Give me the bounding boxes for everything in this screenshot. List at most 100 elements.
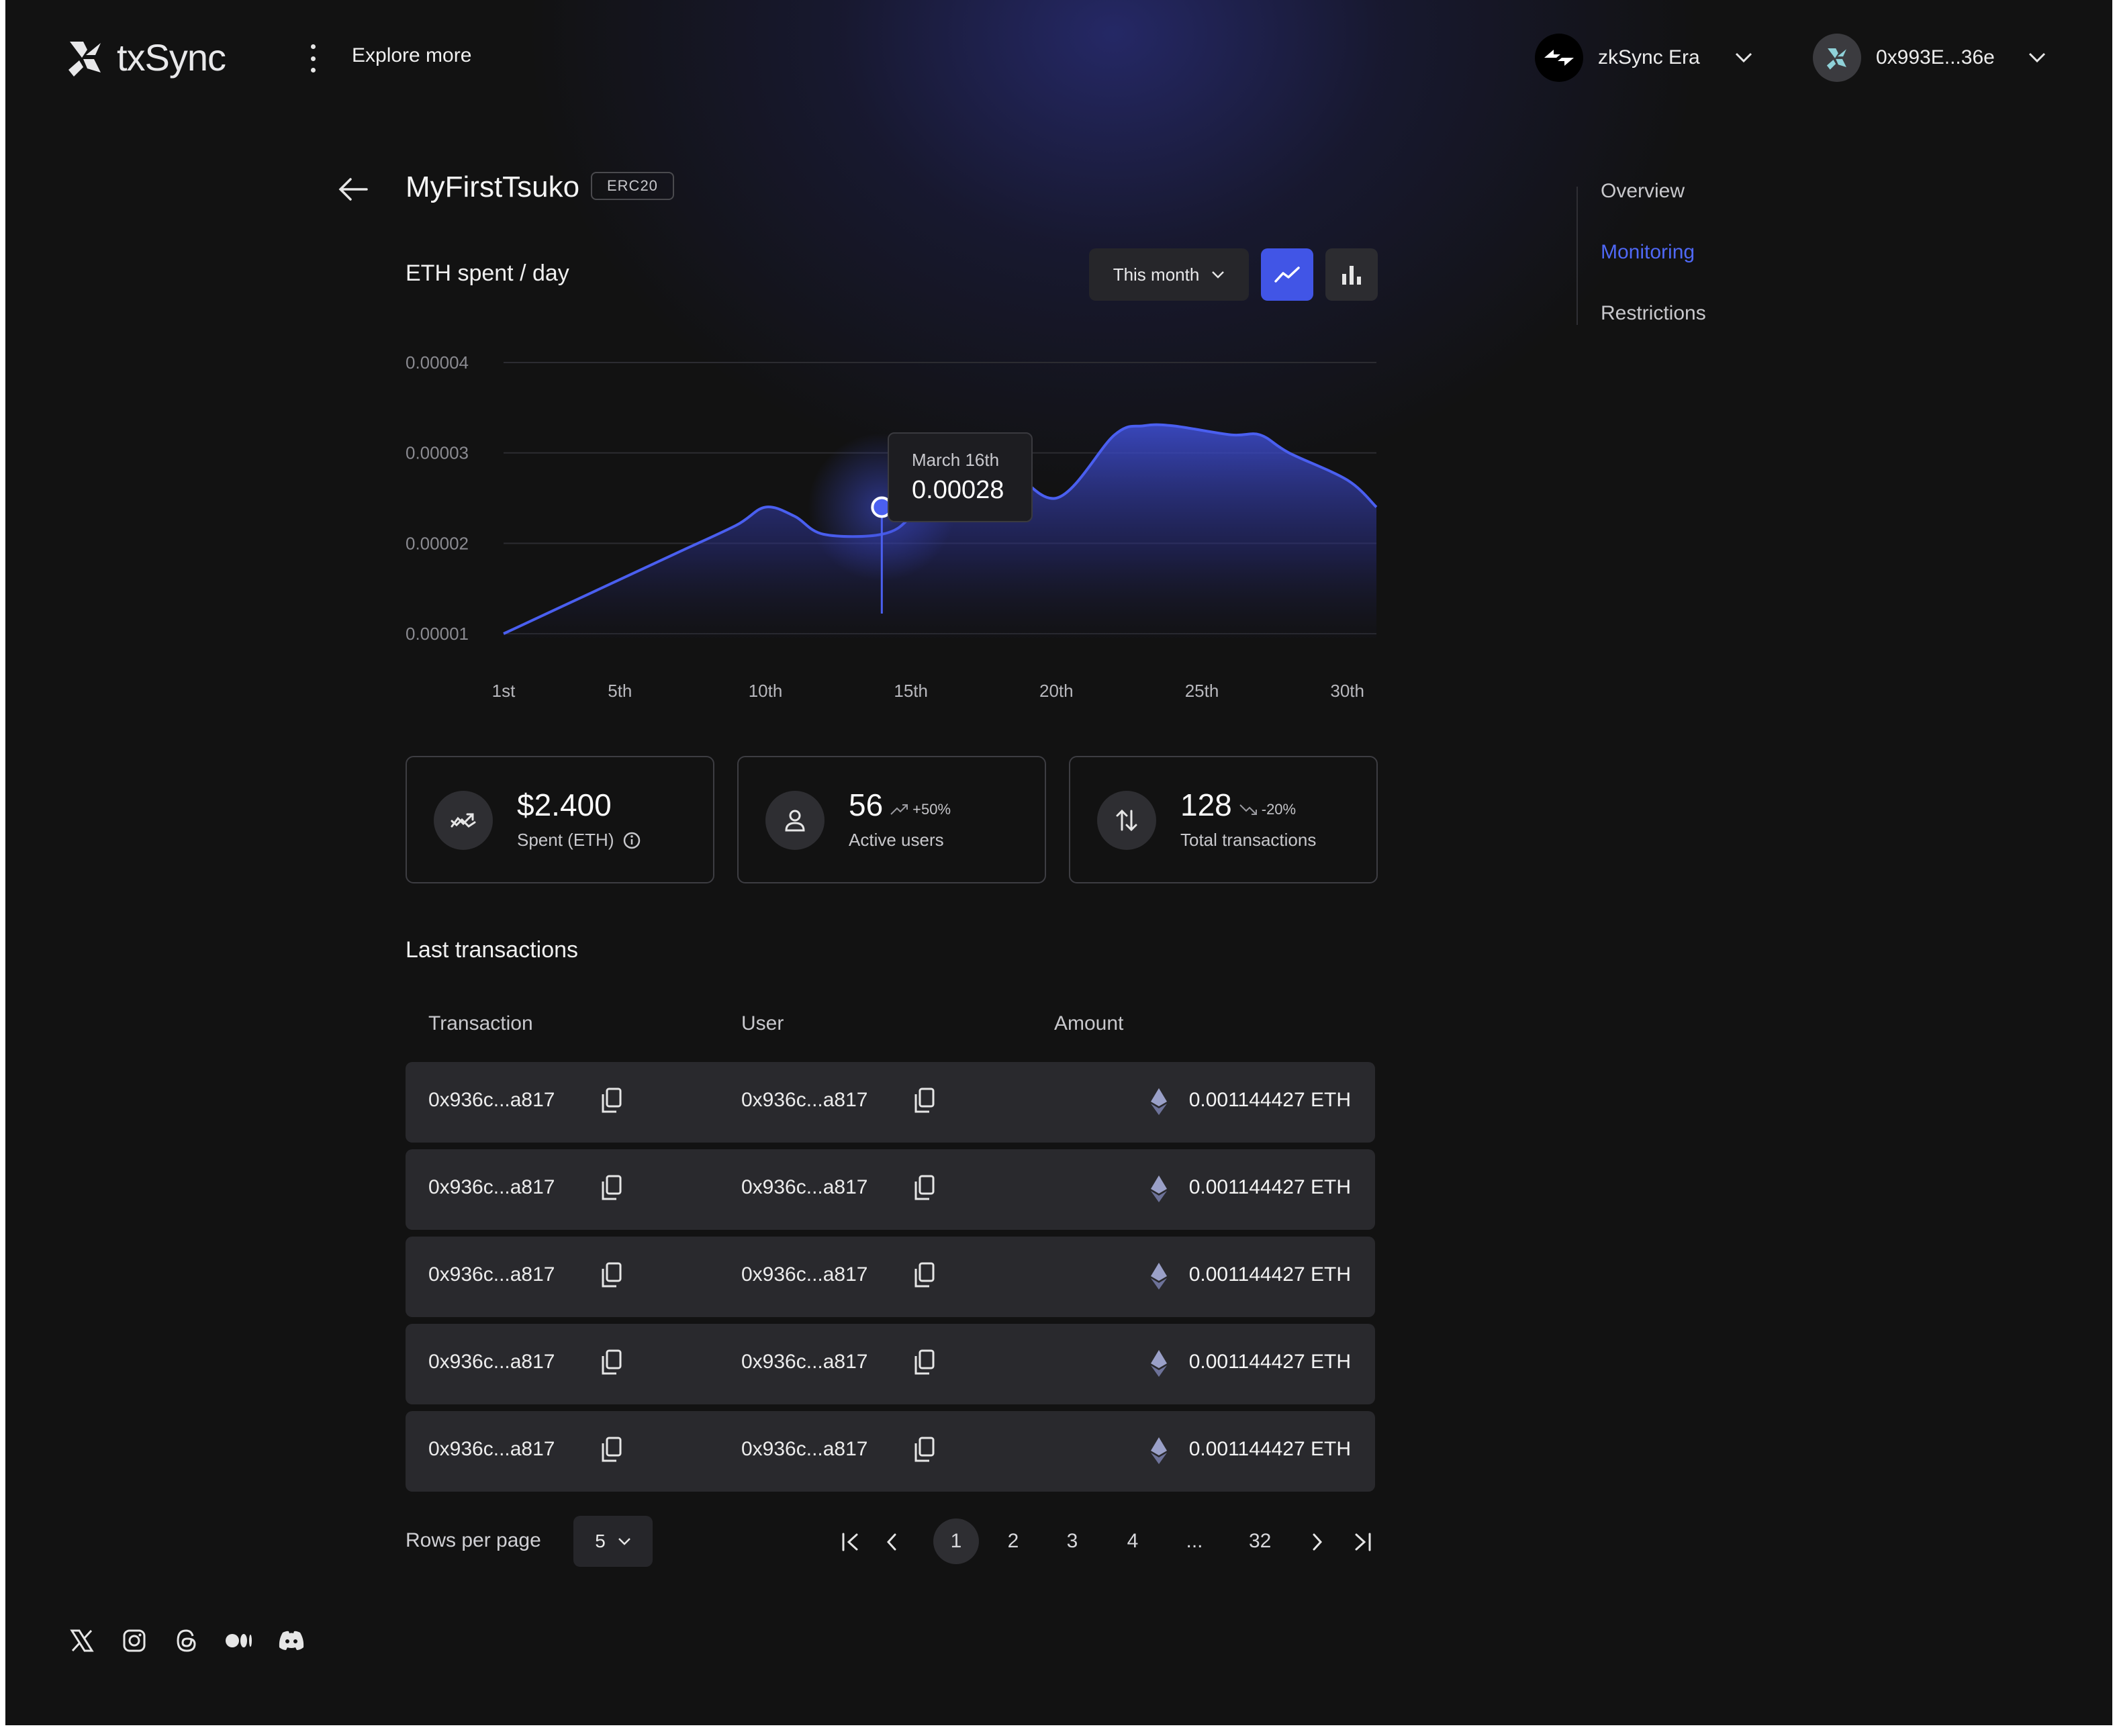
transactions-title: Last transactions: [406, 937, 579, 963]
explore-more-link[interactable]: Explore more: [352, 44, 471, 67]
threads-icon[interactable]: [172, 1626, 201, 1655]
rows-per-page-label: Rows per page: [406, 1529, 541, 1551]
stat-label: Spent (ETH): [517, 830, 641, 851]
stat-label: Total transactions: [1180, 830, 1317, 850]
table-row: 0x936c...a817 0x936c...a817 0.001144427 …: [406, 1411, 1375, 1492]
x-icon[interactable]: [67, 1626, 97, 1655]
copy-icon[interactable]: [913, 1262, 936, 1289]
txsync-logo-icon: [68, 42, 101, 77]
stat-value: 128 -20%: [1180, 787, 1297, 822]
page-button-2[interactable]: 2: [1003, 1518, 1023, 1564]
rows-per-page-value: 5: [595, 1531, 606, 1551]
page-button-3[interactable]: 3: [1062, 1518, 1082, 1564]
copy-icon[interactable]: [913, 1175, 936, 1202]
brand-name: txSync: [117, 36, 226, 79]
y-tick-label: 0.00002: [406, 533, 469, 553]
side-nav-restrictions[interactable]: Restrictions: [1601, 302, 1706, 325]
x-tick-label: 25th: [1185, 681, 1219, 701]
y-tick-label: 0.00003: [406, 443, 469, 463]
instagram-icon[interactable]: [120, 1626, 149, 1655]
stat-value: $2.400: [517, 787, 612, 822]
network-selector[interactable]: zkSync Era: [1535, 34, 1752, 82]
arrows-icon: [1097, 791, 1156, 850]
page-button-32[interactable]: 32: [1249, 1518, 1271, 1564]
app-window: txSync Explore more zkSync Era 0x993E...: [5, 0, 2112, 1725]
x-tick-label: 20th: [1039, 681, 1074, 701]
x-tick-label: 1st: [492, 681, 516, 701]
y-tick-label: 0.00001: [406, 624, 469, 644]
copy-icon[interactable]: [600, 1349, 623, 1376]
copy-icon[interactable]: [600, 1262, 623, 1289]
copy-icon[interactable]: [600, 1437, 623, 1463]
bar-chart-toggle[interactable]: [1325, 248, 1378, 301]
chart-tooltip: March 16th 0.00028: [888, 432, 1033, 522]
x-tick-label: 5th: [608, 681, 632, 701]
time-range-select[interactable]: This month: [1089, 248, 1249, 301]
transaction-hash: 0x936c...a817: [428, 1089, 555, 1111]
line-chart-icon: [1274, 267, 1300, 283]
x-tick-label: 10th: [749, 681, 783, 701]
transaction-hash: 0x936c...a817: [428, 1351, 555, 1373]
stat-value: 56 +50%: [849, 787, 951, 822]
amount-value: 0.001144427 ETH: [1188, 1351, 1351, 1373]
user-icon: [765, 791, 825, 850]
eth-icon: [1151, 1437, 1167, 1464]
next-page-icon[interactable]: [1311, 1532, 1324, 1552]
y-tick-label: 0.00004: [406, 352, 469, 373]
discord-icon[interactable]: [277, 1626, 306, 1655]
zksync-icon: [1535, 34, 1583, 82]
trend-up-icon: [890, 804, 908, 815]
column-header-amount: Amount: [1054, 1012, 1124, 1034]
token-standard-badge: ERC20: [591, 172, 674, 200]
chevron-down-icon: [618, 1538, 630, 1545]
stat-card-spent: $2.400 Spent (ETH): [406, 756, 714, 883]
last-page-icon[interactable]: [1351, 1532, 1372, 1552]
amount-value: 0.001144427 ETH: [1188, 1263, 1351, 1286]
side-nav-overview[interactable]: Overview: [1601, 180, 1685, 203]
page-button-1[interactable]: 1: [933, 1518, 979, 1564]
user-address: 0x936c...a817: [741, 1438, 868, 1460]
copy-icon[interactable]: [913, 1349, 936, 1376]
table-row: 0x936c...a817 0x936c...a817 0.001144427 …: [406, 1149, 1375, 1230]
wallet-selector[interactable]: 0x993E...36e: [1813, 34, 2046, 82]
x-tick-label: 15th: [894, 681, 928, 701]
copy-icon[interactable]: [600, 1088, 623, 1114]
page-ellipsis: ...: [1186, 1530, 1203, 1552]
copy-icon[interactable]: [600, 1175, 623, 1202]
line-chart-toggle[interactable]: [1261, 248, 1313, 301]
time-range-label: This month: [1113, 264, 1200, 285]
page-button-4[interactable]: 4: [1123, 1518, 1143, 1564]
side-nav-monitoring[interactable]: Monitoring: [1601, 241, 1695, 264]
rows-per-page-select[interactable]: 5: [573, 1516, 653, 1567]
tooltip-date: March 16th: [912, 450, 1000, 470]
user-address: 0x936c...a817: [741, 1176, 868, 1198]
table-row: 0x936c...a817 0x936c...a817 0.001144427 …: [406, 1237, 1375, 1317]
chevron-down-icon: [1735, 52, 1752, 63]
tooltip-value: 0.00028: [912, 476, 1004, 504]
stat-card-total-transactions: 128 -20% Total transactions: [1069, 756, 1378, 883]
copy-icon[interactable]: [913, 1088, 936, 1114]
network-name: zkSync Era: [1598, 46, 1700, 68]
first-page-icon[interactable]: [841, 1532, 862, 1552]
trend-icon: [434, 791, 493, 850]
y-tick-labels: 0.00001 0.00002 0.00003 0.00004: [406, 352, 469, 644]
eth-icon: [1151, 1088, 1167, 1115]
eth-icon: [1151, 1263, 1167, 1290]
wallet-avatar-icon: [1813, 34, 1861, 82]
x-tick-label: 30th: [1330, 681, 1364, 701]
table-row: 0x936c...a817 0x936c...a817 0.001144427 …: [406, 1324, 1375, 1404]
brand-logo[interactable]: txSync: [63, 35, 226, 79]
info-icon[interactable]: [622, 831, 641, 850]
previous-page-icon[interactable]: [885, 1532, 898, 1552]
copy-icon[interactable]: [913, 1437, 936, 1463]
stat-label: Active users: [849, 830, 944, 850]
user-address: 0x936c...a817: [741, 1263, 868, 1286]
column-header-transaction: Transaction: [428, 1012, 533, 1034]
medium-icon[interactable]: [224, 1626, 254, 1655]
more-menu-icon[interactable]: [309, 44, 317, 73]
transaction-hash: 0x936c...a817: [428, 1438, 555, 1460]
eth-spent-chart[interactable]: 0.000010.000020.000030.00004 1st 5th 10th 1…: [395, 336, 1389, 712]
back-arrow-icon[interactable]: [337, 176, 368, 203]
x-tick-labels: 1st 5th 10th 15th 20th 25th 30th: [492, 681, 1364, 701]
transaction-hash: 0x936c...a817: [428, 1263, 555, 1286]
